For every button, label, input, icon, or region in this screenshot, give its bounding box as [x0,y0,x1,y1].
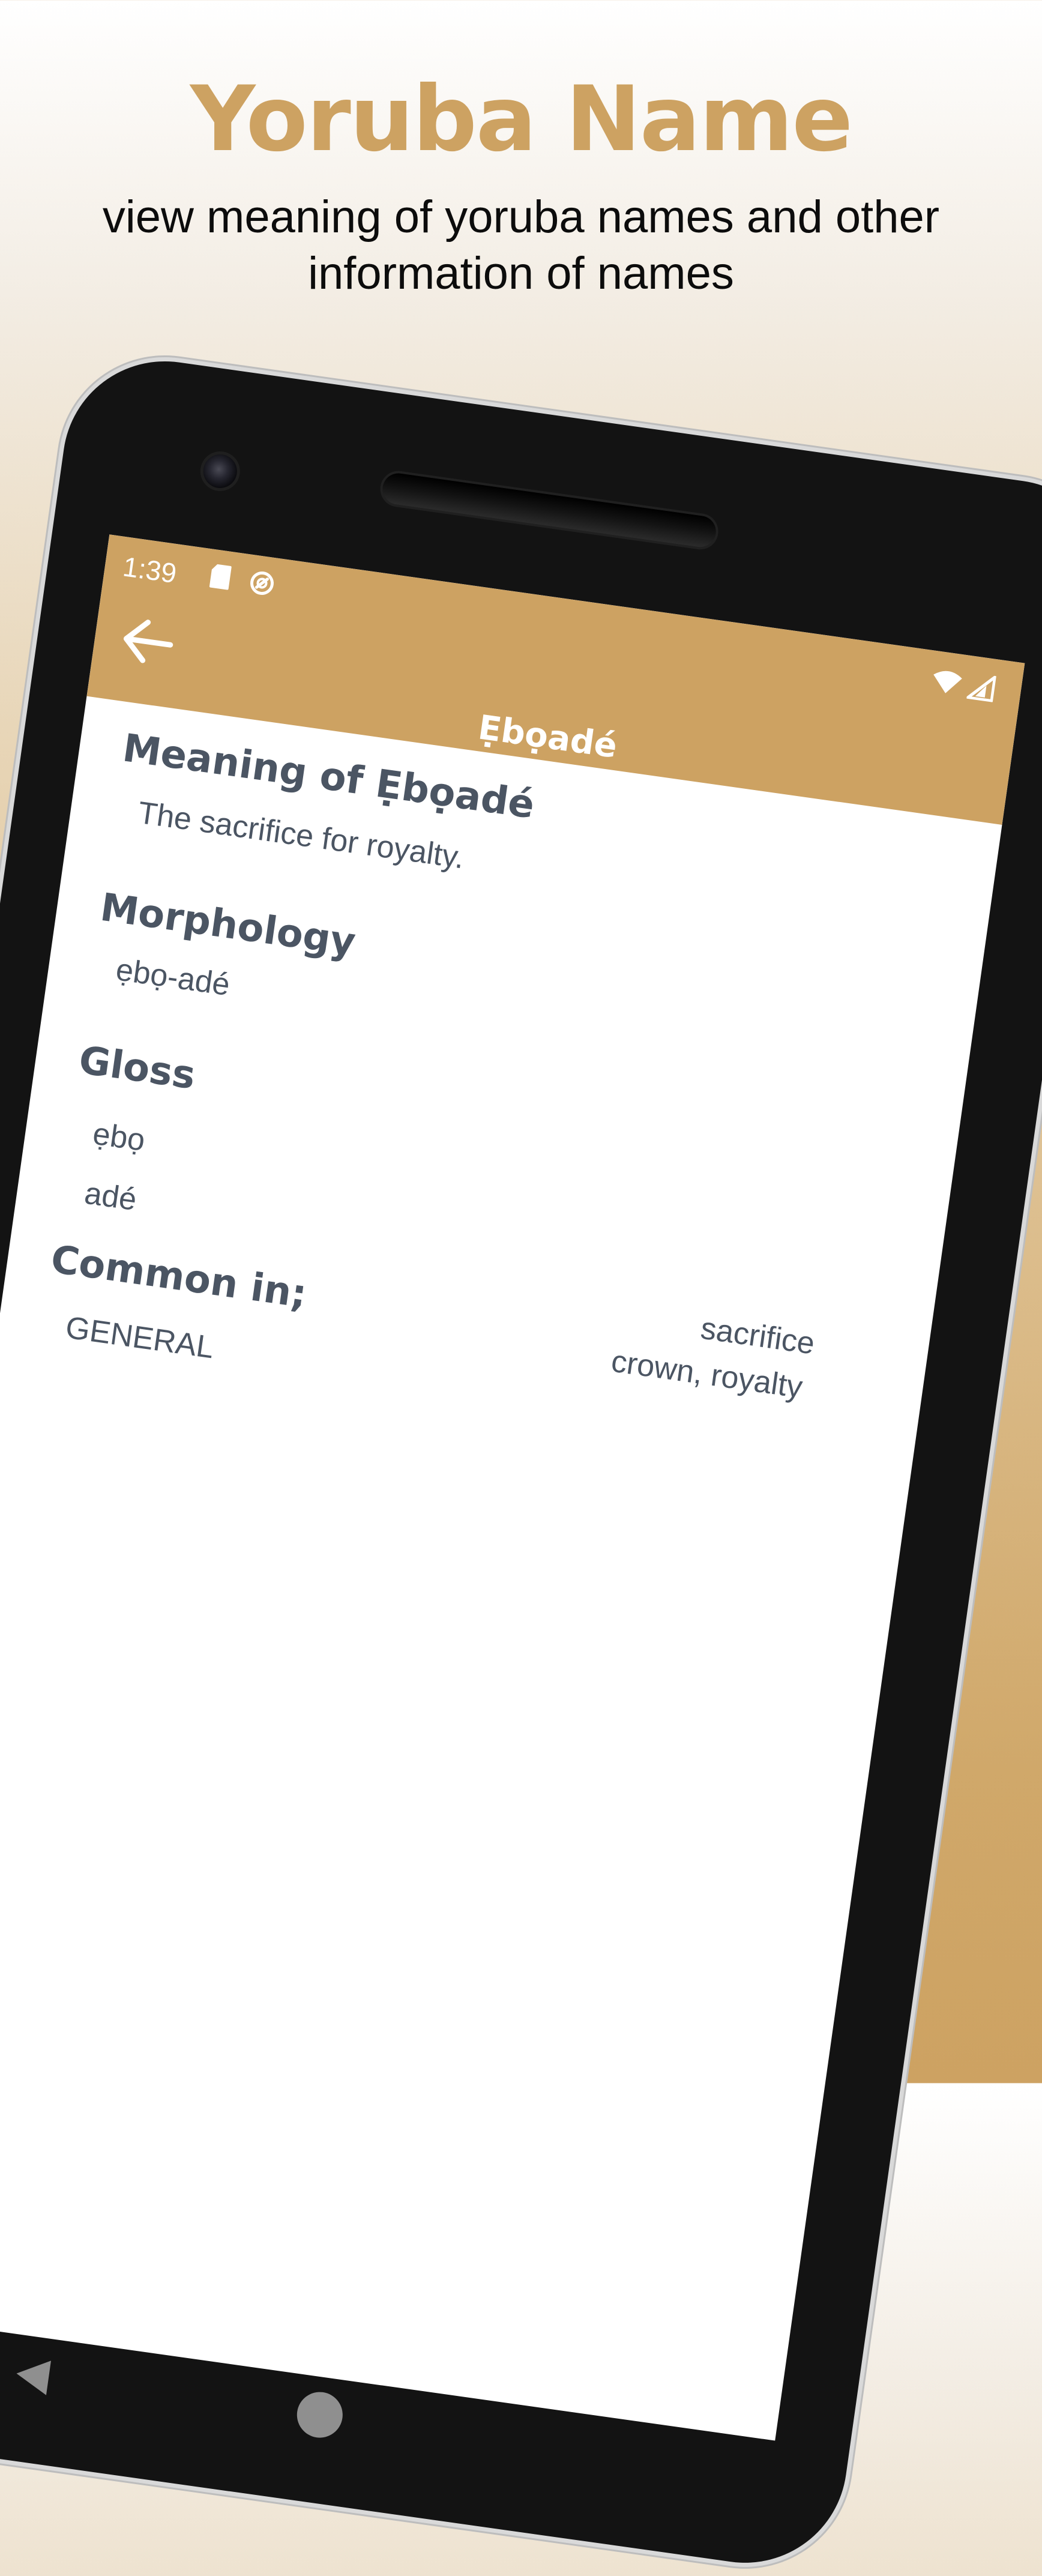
promo-title: Yoruba Name [190,67,853,172]
gloss-term-2: adé [82,1175,139,1218]
phone-body: 1:39 Ẹbọadé Meaning of Ẹbọadé The sacrif… [0,348,1042,2576]
status-time: 1:39 [121,550,179,590]
front-camera [201,452,239,490]
gloss-meaning-1: sacrifice [698,1311,817,1362]
sync-icon [250,571,274,595]
morphology-title: Morphology [97,885,358,965]
gloss-title: Gloss [76,1038,198,1099]
phone-screen: 1:39 Ẹbọadé Meaning of Ẹbọadé The sacrif… [0,534,1025,2441]
common-in-text: GENERAL [63,1310,216,1366]
promo-subtitle: view meaning of yoruba names and other i… [102,192,940,299]
gloss-term-1: ẹbọ [91,1116,148,1159]
wifi-icon [933,671,962,693]
nav-back-icon[interactable] [9,2352,56,2400]
phone-mockup: 1:39 Ẹbọadé Meaning of Ẹbọadé The sacrif… [0,348,1042,2576]
common-in-title: Common in; [48,1237,310,1317]
signal-icon [966,675,996,702]
name-details: Meaning of Ẹbọadé The sacrifice for roya… [0,696,1002,2441]
nav-home-icon[interactable] [294,2389,346,2441]
sd-card-icon [209,564,232,590]
earpiece-speaker [381,471,718,549]
morphology-text: ẹbọ-adé [113,952,232,1003]
